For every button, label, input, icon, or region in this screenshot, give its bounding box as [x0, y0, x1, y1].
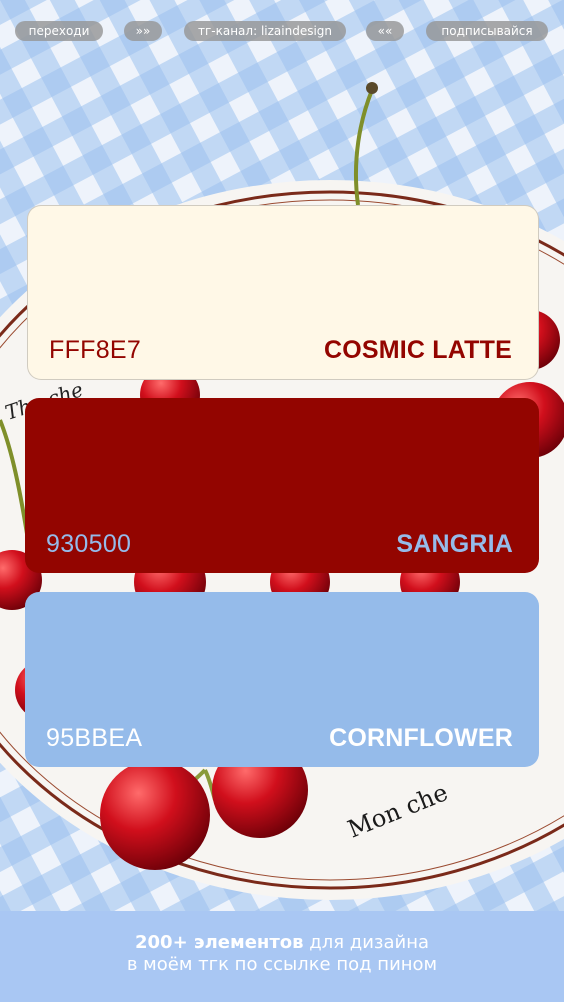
pill-arrows-left[interactable]: ««	[366, 21, 404, 41]
swatch-cornflower: 95BBEA CORNFLOWER	[25, 592, 539, 767]
pill-tg-channel[interactable]: тг-канал: lizaindesign	[184, 21, 346, 41]
banner-bold-text: 200+ элементов	[135, 932, 304, 953]
page: The che Mon che переходи »» тг-канал: li…	[0, 0, 564, 1002]
banner-line-2: в моём тгк по ссылке под пином	[126, 954, 438, 975]
banner-line-1: 200+ элементов для дизайна	[0, 932, 564, 954]
swatch-sangria: 930500 SANGRIA	[25, 398, 539, 573]
swatch-name: COSMIC LATTE	[323, 336, 512, 364]
bottom-banner: 200+ элементов для дизайна в моём тгк по…	[0, 911, 564, 1002]
pill-subscribe[interactable]: подписывайся	[426, 21, 548, 41]
swatch-cosmic-latte: FFF8E7 COSMIC LATTE	[27, 205, 539, 380]
swatch-hex: 930500	[46, 530, 132, 558]
pill-perekhodi[interactable]: переходи	[15, 21, 103, 41]
swatch-name: SANGRIA	[396, 530, 513, 558]
banner-line-1-rest: для дизайна	[303, 932, 429, 953]
pill-arrows-right[interactable]: »»	[124, 21, 162, 41]
swatch-hex: 95BBEA	[46, 724, 143, 752]
swatch-hex: FFF8E7	[49, 336, 142, 364]
swatch-name: CORNFLOWER	[329, 724, 513, 752]
